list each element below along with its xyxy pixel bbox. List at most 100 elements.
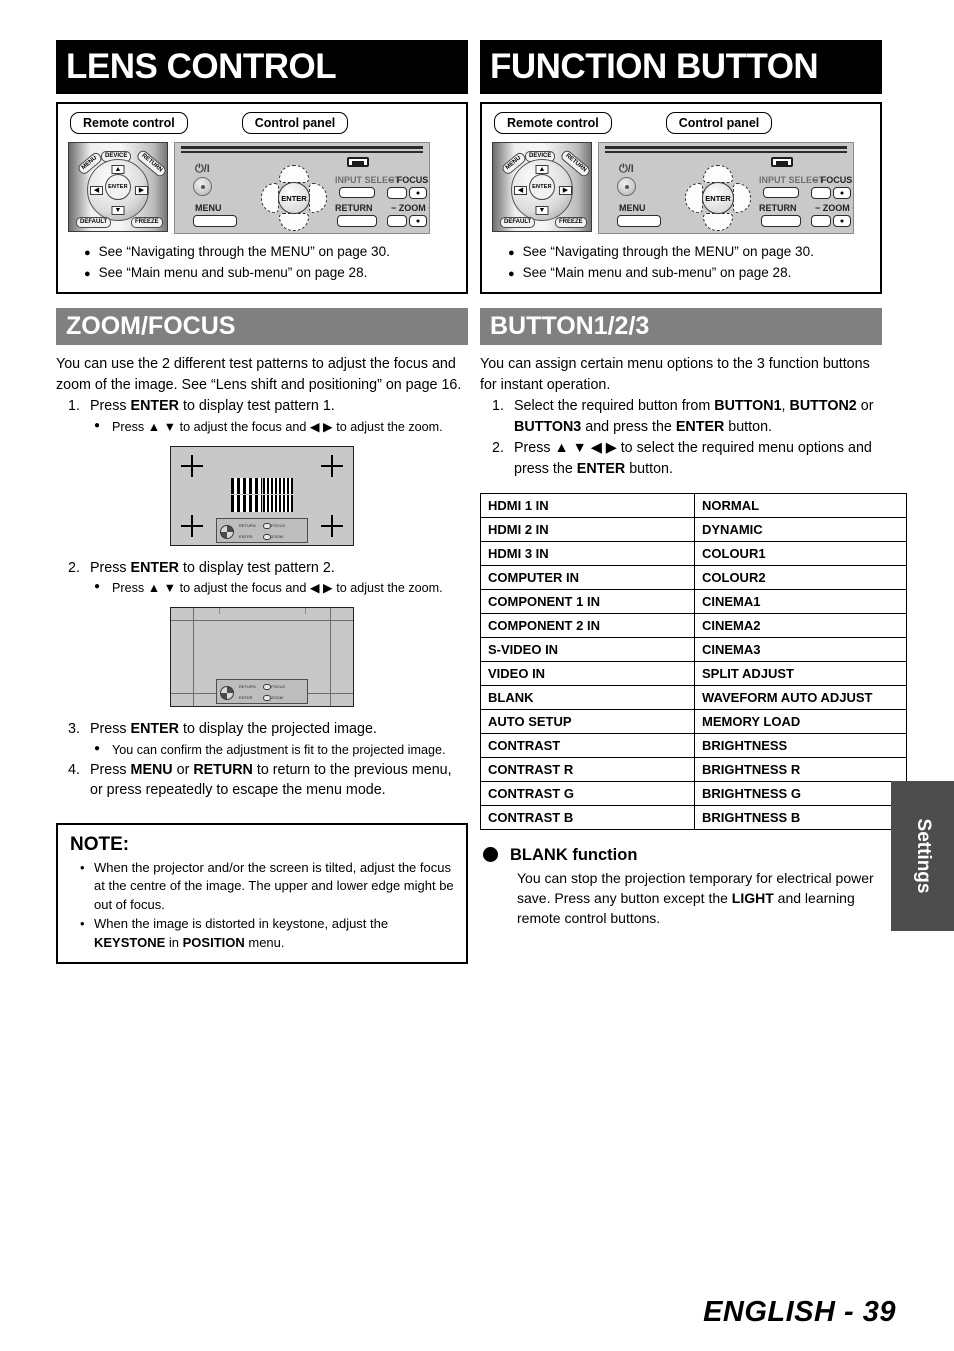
remote-control-illustration: DEVICE MENU RETURN ▲ ▼ ◀ ▶ ENTER DEFAULT… — [68, 142, 168, 232]
remote-enter-button: ENTER — [529, 174, 555, 200]
step-text-bold: ENTER — [130, 559, 179, 576]
page-footer: ENGLISH - 39 — [703, 1296, 896, 1328]
legend-zoom-icon — [263, 533, 271, 540]
device-illustration-box-left: Remote control Control panel DEVICE MENU… — [56, 102, 468, 294]
step-bold-button2: BUTTON2 — [789, 398, 857, 414]
stripe-cell — [262, 477, 293, 494]
note-item-bold-keystone: KEYSTONE — [94, 934, 166, 950]
left-column: LENS CONTROL Remote control Control pane… — [56, 40, 468, 964]
section-header-function-button: FUNCTION BUTTON — [480, 40, 882, 94]
grid-line-horizontal — [171, 620, 353, 621]
note-title: NOTE: — [70, 833, 130, 855]
step-bold-button3: BUTTON3 — [514, 418, 582, 435]
option-name-cell: HDMI 3 IN — [480, 541, 695, 566]
test-pattern-2-wrap: RETURN FOCUS ENTER ZOOM — [56, 607, 468, 707]
remote-control-label: Remote control — [70, 112, 188, 134]
option-value-cell: BRIGHTNESS R — [694, 757, 907, 782]
bullet-icon: ● — [84, 268, 91, 280]
panel-top-stripe-1 — [605, 146, 847, 149]
panel-zoom-label: − ZOOM + — [815, 203, 854, 213]
panel-menu-button — [193, 215, 237, 227]
step-number: 4. — [68, 761, 80, 778]
step-text-bold: ENTER — [130, 721, 179, 737]
remote-freeze-button: FREEZE — [555, 217, 587, 228]
option-value-cell: COLOUR1 — [694, 541, 907, 566]
bullet-icon: ● — [94, 419, 101, 431]
panel-focus-label: − FOCUS + — [389, 175, 429, 185]
panel-enter-button: ENTER — [702, 182, 734, 214]
option-value-cell: BRIGHTNESS G — [694, 781, 907, 806]
test-pattern-1-image: RETURN FOCUS ENTER ZOOM — [170, 445, 354, 546]
note-item-text: When the projector and/or the screen is … — [94, 859, 454, 912]
panel-arrow-down-icon — [703, 213, 733, 231]
dpad-knob-icon — [220, 686, 234, 700]
step-text-pre: Press — [90, 761, 131, 778]
option-name-cell: VIDEO IN — [480, 661, 695, 686]
note-item: • When the projector and/or the screen i… — [70, 859, 456, 915]
legend-enter-label: ENTER — [239, 695, 253, 700]
panel-arrow-right-icon — [309, 183, 327, 213]
button123-intro: You can assign certain menu options to t… — [480, 356, 870, 393]
panel-arrow-right-icon — [733, 183, 751, 213]
step-1-bullet: ● Press ▲ ▼ to adjust the focus and ◀ ▶ … — [90, 418, 468, 436]
panel-menu-label: MENU — [195, 203, 222, 213]
dpad-knob-icon — [220, 524, 234, 539]
table-row: CONTRAST R BRIGHTNESS R — [480, 757, 907, 782]
legend-focus-icon — [263, 684, 271, 690]
panel-top-stripe-2 — [181, 151, 423, 153]
grid-line-vertical — [330, 608, 331, 706]
panel-zoom-plus-button — [409, 215, 427, 227]
button123-steps: 1. Select the required button from BUTTO… — [480, 396, 882, 479]
test-pattern-1-wrap: RETURN FOCUS ENTER ZOOM — [56, 445, 468, 546]
reference-item: ● See “Navigating through the MENU” on p… — [72, 242, 456, 263]
table-row: S-VIDEO IN CINEMA3 — [480, 637, 907, 662]
note-item-mid: in — [165, 934, 183, 950]
table-row: CONTRAST B BRIGHTNESS B — [480, 805, 907, 830]
step-number: 2. — [492, 440, 504, 456]
option-value-cell: COLOUR2 — [694, 565, 907, 590]
reference-item: ● See “Main menu and sub-menu” on page 2… — [72, 263, 456, 284]
function-options-body: HDMI 1 IN NORMAL HDMI 2 IN DYNAMIC HDMI 3 IN… — [480, 493, 907, 830]
grid-line-vertical — [193, 608, 194, 706]
reference-list-right: ● See “Navigating through the MENU” on p… — [492, 242, 870, 284]
panel-focus-minus-button — [387, 187, 407, 199]
device-labels-row: Remote control Control panel — [492, 112, 870, 134]
panel-dpad: ENTER — [685, 165, 751, 231]
panel-arrow-left-icon — [261, 183, 279, 213]
step-text-post: to display test pattern 1. — [179, 398, 335, 414]
side-tab-settings: Settings — [891, 781, 954, 931]
device-labels-row: Remote control Control panel — [68, 112, 456, 134]
reference-text: See “Main menu and sub-menu” on page 28. — [98, 265, 368, 280]
step-number: 2. — [68, 559, 80, 576]
power-symbol-icon: ⏻/I — [195, 163, 210, 175]
device-artwork: DEVICE MENU RETURN ▲ ▼ ◀ ▶ ENTER DEFAULT… — [492, 142, 870, 234]
step-text-pre: Press — [90, 559, 131, 576]
stripe-cell — [231, 495, 262, 512]
reference-text: See “Navigating through the MENU” on pag… — [522, 244, 814, 259]
option-value-cell: SPLIT ADJUST — [694, 661, 907, 686]
option-name-cell: COMPUTER IN — [480, 565, 695, 590]
crosshair-icon — [321, 514, 343, 537]
bullet-icon: ● — [508, 247, 515, 259]
remote-arrow-right-icon: ▶ — [559, 186, 572, 195]
remote-enter-button: ENTER — [105, 174, 131, 200]
option-value-cell: BRIGHTNESS — [694, 733, 907, 758]
stripe-cell — [231, 477, 262, 494]
reference-text: See “Navigating through the MENU” on pag… — [98, 244, 390, 259]
table-row: BLANK WAVEFORM AUTO ADJUST — [480, 685, 907, 710]
section-header-lens-control: LENS CONTROL — [56, 40, 468, 94]
remote-arrow-left-icon: ◀ — [514, 186, 527, 195]
remote-arrow-up-icon: ▲ — [111, 165, 125, 174]
step-bold-button1: BUTTON1 — [714, 398, 782, 414]
step-text-c: or — [856, 398, 874, 414]
reference-item: ● See “Main menu and sub-menu” on page 2… — [496, 263, 870, 284]
power-button — [617, 177, 636, 196]
lamp-indicator-icon — [771, 157, 793, 167]
option-name-cell: HDMI 2 IN — [480, 517, 695, 542]
pattern-legend-box: RETURN FOCUS ENTER ZOOM — [216, 679, 308, 704]
bullet-icon: ● — [94, 742, 101, 754]
step-text-bold: ENTER — [130, 398, 179, 414]
panel-zoom-minus-button — [811, 215, 831, 227]
legend-focus-icon — [263, 522, 271, 529]
option-value-cell: DYNAMIC — [694, 517, 907, 542]
